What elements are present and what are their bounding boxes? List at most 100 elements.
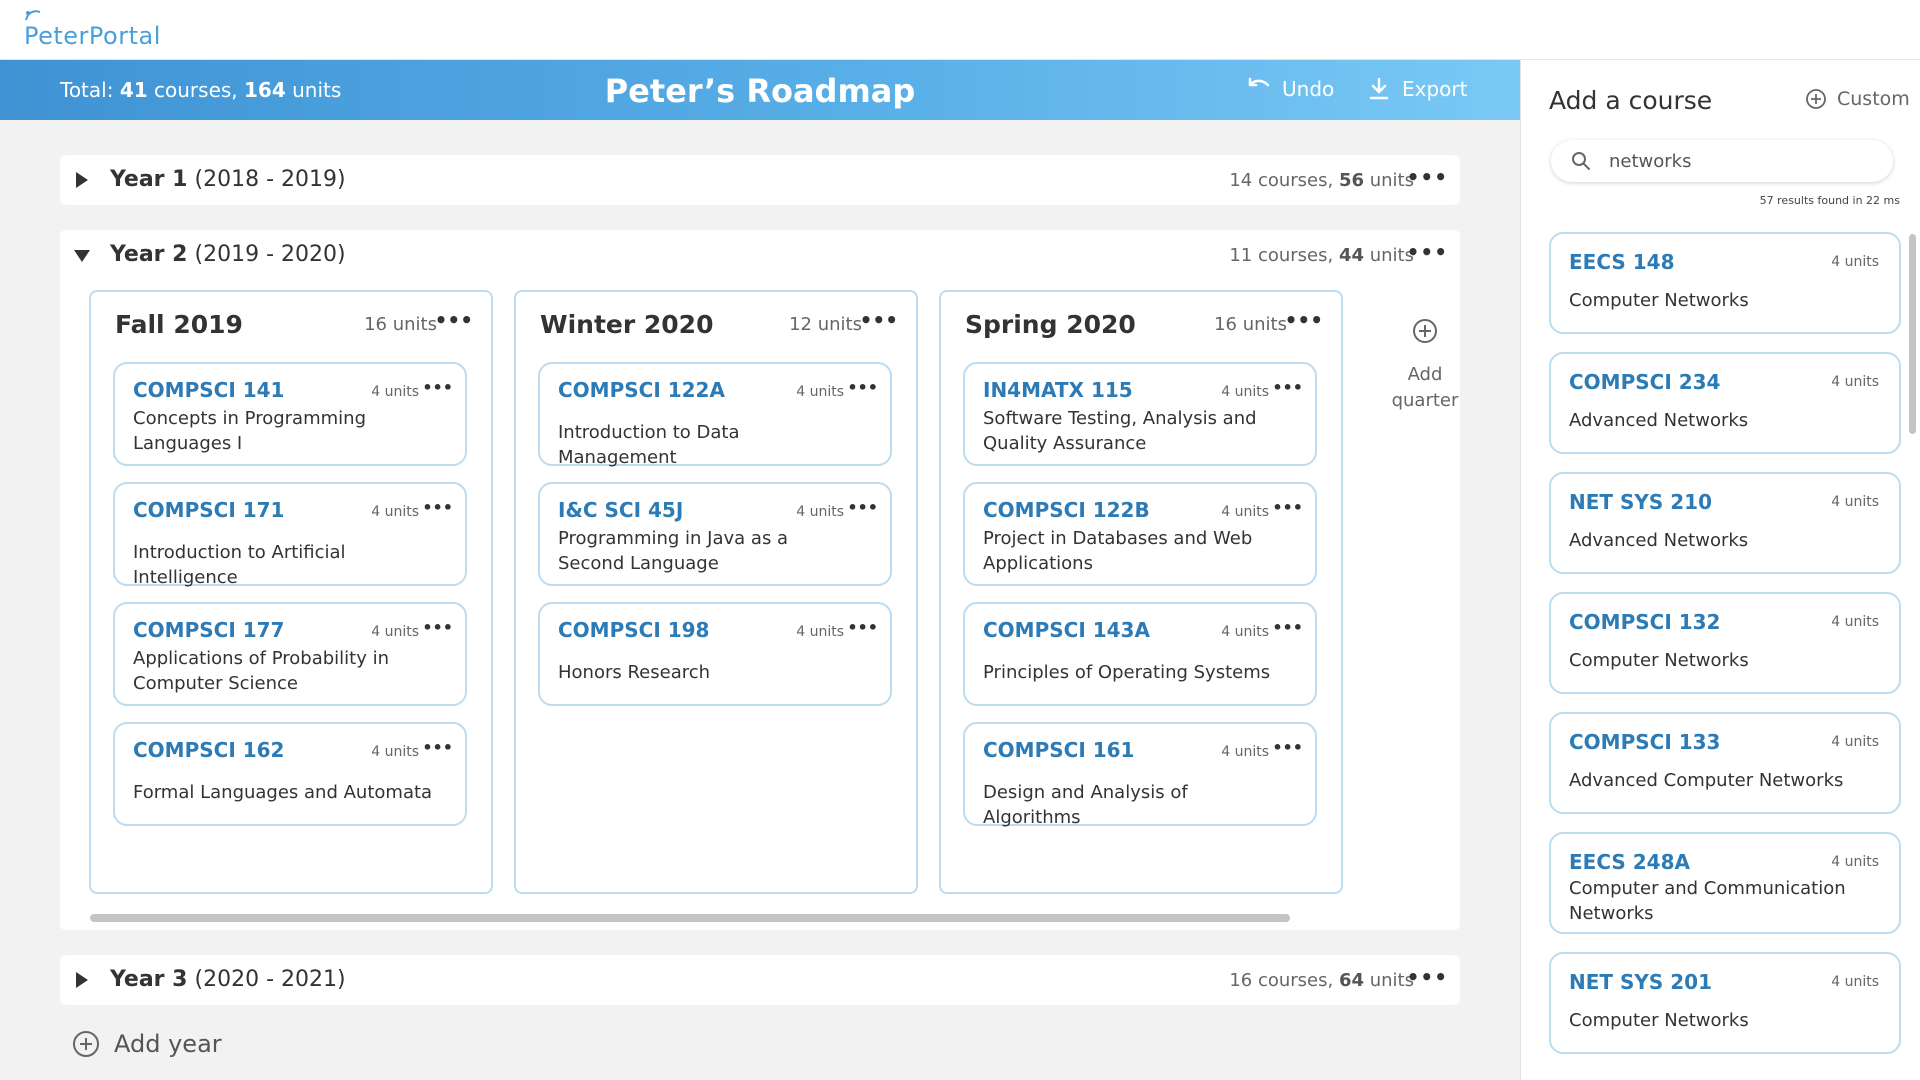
- horizontal-scrollbar[interactable]: [90, 914, 1290, 922]
- quarter-spring-2020: Spring 2020 16 units ••• IN4MATX 115 4 u…: [939, 290, 1343, 894]
- year-2-header[interactable]: Year 2 (2019 - 2020) 11 courses, 44 unit…: [60, 230, 1460, 280]
- undo-label: Undo: [1282, 77, 1335, 101]
- year-3: Year 3 (2020 - 2021) 16 courses, 64 unit…: [60, 955, 1460, 1005]
- course-name: Project in Databases and Web Application…: [983, 528, 1253, 574]
- course-name: Advanced Networks: [1569, 530, 1749, 551]
- course-menu-button[interactable]: •••: [422, 378, 453, 397]
- course-card[interactable]: COMPSCI 162 4 units ••• Formal Languages…: [113, 722, 467, 826]
- course-code[interactable]: COMPSCI 143A: [983, 618, 1150, 642]
- plus-circle-icon: [1413, 319, 1437, 343]
- search-bar[interactable]: [1551, 140, 1893, 182]
- course-code[interactable]: COMPSCI 141: [133, 378, 284, 402]
- course-card[interactable]: COMPSCI 171 4 units ••• Introduction to …: [113, 482, 467, 588]
- year-1: Year 1 (2018 - 2019) 14 courses, 56 unit…: [60, 155, 1460, 205]
- course-menu-button[interactable]: •••: [847, 498, 878, 517]
- course-menu-button[interactable]: •••: [422, 738, 453, 757]
- sidebar-title: Add a course: [1549, 86, 1713, 115]
- course-code[interactable]: COMPSCI 171: [133, 498, 284, 522]
- course-code[interactable]: NET SYS 210: [1569, 490, 1712, 514]
- total-units: 164: [244, 78, 286, 102]
- course-card[interactable]: COMPSCI 122B 4 units ••• Project in Data…: [963, 482, 1317, 586]
- year-stats: 11 courses, 44 units: [1229, 245, 1414, 266]
- quarter-menu-button[interactable]: •••: [435, 308, 473, 332]
- logo[interactable]: PeterPortal: [24, 10, 161, 50]
- course-code[interactable]: COMPSCI 162: [133, 738, 284, 762]
- search-input[interactable]: [1609, 148, 1879, 174]
- course-menu-button[interactable]: •••: [1272, 498, 1303, 517]
- course-card[interactable]: COMPSCI 198 4 units ••• Honors Research: [538, 602, 892, 706]
- search-icon: [1572, 152, 1590, 170]
- course-card[interactable]: COMPSCI 143A 4 units ••• Principles of O…: [963, 602, 1317, 706]
- course-code[interactable]: COMPSCI 177: [133, 618, 284, 642]
- quarter-menu-button[interactable]: •••: [1285, 308, 1323, 332]
- search-result-card[interactable]: NET SYS 210 4 units Advanced Networks: [1549, 472, 1901, 574]
- course-name: Formal Languages and Automata: [133, 782, 433, 803]
- course-card[interactable]: COMPSCI 177 4 units ••• Applications of …: [113, 602, 467, 706]
- course-code[interactable]: COMPSCI 234: [1569, 370, 1720, 394]
- year-title: Year 2 (2019 - 2020): [110, 242, 346, 267]
- course-code[interactable]: EECS 248A: [1569, 850, 1690, 874]
- course-units: 4 units: [1831, 974, 1879, 990]
- quarter-fall-2019: Fall 2019 16 units ••• COMPSCI 141 4 uni…: [89, 290, 493, 894]
- top-nav: PeterPortal: [0, 0, 1920, 60]
- expand-icon[interactable]: [76, 972, 88, 988]
- course-menu-button[interactable]: •••: [422, 618, 453, 637]
- course-menu-button[interactable]: •••: [422, 498, 453, 517]
- course-menu-button[interactable]: •••: [1272, 618, 1303, 637]
- course-name: Programming in Java as a Second Language: [558, 528, 789, 574]
- add-year-button[interactable]: Add year: [72, 1030, 222, 1058]
- course-menu-button[interactable]: •••: [847, 618, 878, 637]
- course-menu-button[interactable]: •••: [847, 378, 878, 397]
- download-icon: [1369, 77, 1389, 100]
- course-units: 4 units: [1221, 624, 1269, 640]
- quarter-units: 12 units: [789, 314, 862, 335]
- course-units: 4 units: [1221, 384, 1269, 400]
- course-card[interactable]: COMPSCI 141 4 units ••• Concepts in Prog…: [113, 362, 467, 466]
- expand-icon[interactable]: [76, 172, 88, 188]
- course-units: 4 units: [371, 384, 419, 400]
- course-code[interactable]: COMPSCI 198: [558, 618, 709, 642]
- collapse-icon[interactable]: [74, 250, 90, 262]
- roadmap-total: Total: 41 courses, 164 units: [60, 78, 341, 102]
- year-2: Year 2 (2019 - 2020) 11 courses, 44 unit…: [60, 230, 1460, 930]
- year-3-header[interactable]: Year 3 (2020 - 2021) 16 courses, 64 unit…: [60, 955, 1460, 1005]
- add-quarter-line1: Add: [1407, 364, 1443, 385]
- search-result-card[interactable]: COMPSCI 132 4 units Computer Networks: [1549, 592, 1901, 694]
- undo-button[interactable]: Undo: [1246, 76, 1334, 102]
- course-card[interactable]: I&C SCI 45J 4 units ••• Programming in J…: [538, 482, 892, 586]
- course-name: Principles of Operating Systems: [983, 662, 1271, 683]
- year-menu-button[interactable]: •••: [1407, 165, 1448, 189]
- course-code[interactable]: EECS 148: [1569, 250, 1675, 274]
- course-card[interactable]: COMPSCI 122A 4 units ••• Introduction to…: [538, 362, 892, 468]
- search-result-card[interactable]: EECS 148 4 units Computer Networks: [1549, 232, 1901, 334]
- course-code[interactable]: COMPSCI 133: [1569, 730, 1720, 754]
- course-code[interactable]: COMPSCI 132: [1569, 610, 1720, 634]
- course-code[interactable]: NET SYS 201: [1569, 970, 1712, 994]
- course-card[interactable]: COMPSCI 161 4 units ••• Design and Analy…: [963, 722, 1317, 828]
- custom-course-button[interactable]: Custom: [1805, 88, 1910, 110]
- course-name: Computer Networks: [1569, 290, 1749, 311]
- search-result-card[interactable]: NET SYS 201 4 units Computer Networks: [1549, 952, 1901, 1054]
- search-result-card[interactable]: COMPSCI 133 4 units Advanced Computer Ne…: [1549, 712, 1901, 814]
- course-name: Software Testing, Analysis and Quality A…: [983, 408, 1257, 454]
- year-menu-button[interactable]: •••: [1407, 965, 1448, 989]
- search-result-card[interactable]: EECS 248A 4 units Computer and Communica…: [1549, 832, 1901, 934]
- add-quarter-button[interactable]: Add quarter: [1380, 318, 1470, 414]
- quarter-units: 16 units: [364, 314, 437, 335]
- course-code[interactable]: I&C SCI 45J: [558, 498, 683, 522]
- year-menu-button[interactable]: •••: [1407, 240, 1448, 264]
- course-code[interactable]: COMPSCI 161: [983, 738, 1134, 762]
- course-menu-button[interactable]: •••: [1272, 738, 1303, 757]
- year-1-header[interactable]: Year 1 (2018 - 2019) 14 courses, 56 unit…: [60, 155, 1460, 205]
- course-code[interactable]: COMPSCI 122A: [558, 378, 725, 402]
- quarter-menu-button[interactable]: •••: [860, 308, 898, 332]
- add-year-label: Add year: [114, 1030, 222, 1058]
- course-card[interactable]: IN4MATX 115 4 units ••• Software Testing…: [963, 362, 1317, 466]
- course-menu-button[interactable]: •••: [1272, 378, 1303, 397]
- course-code[interactable]: COMPSCI 122B: [983, 498, 1150, 522]
- course-code[interactable]: IN4MATX 115: [983, 378, 1133, 402]
- search-result-card[interactable]: COMPSCI 234 4 units Advanced Networks: [1549, 352, 1901, 454]
- plus-circle-icon: [1806, 89, 1826, 109]
- vertical-scrollbar[interactable]: [1909, 234, 1916, 434]
- export-button[interactable]: Export: [1366, 76, 1467, 102]
